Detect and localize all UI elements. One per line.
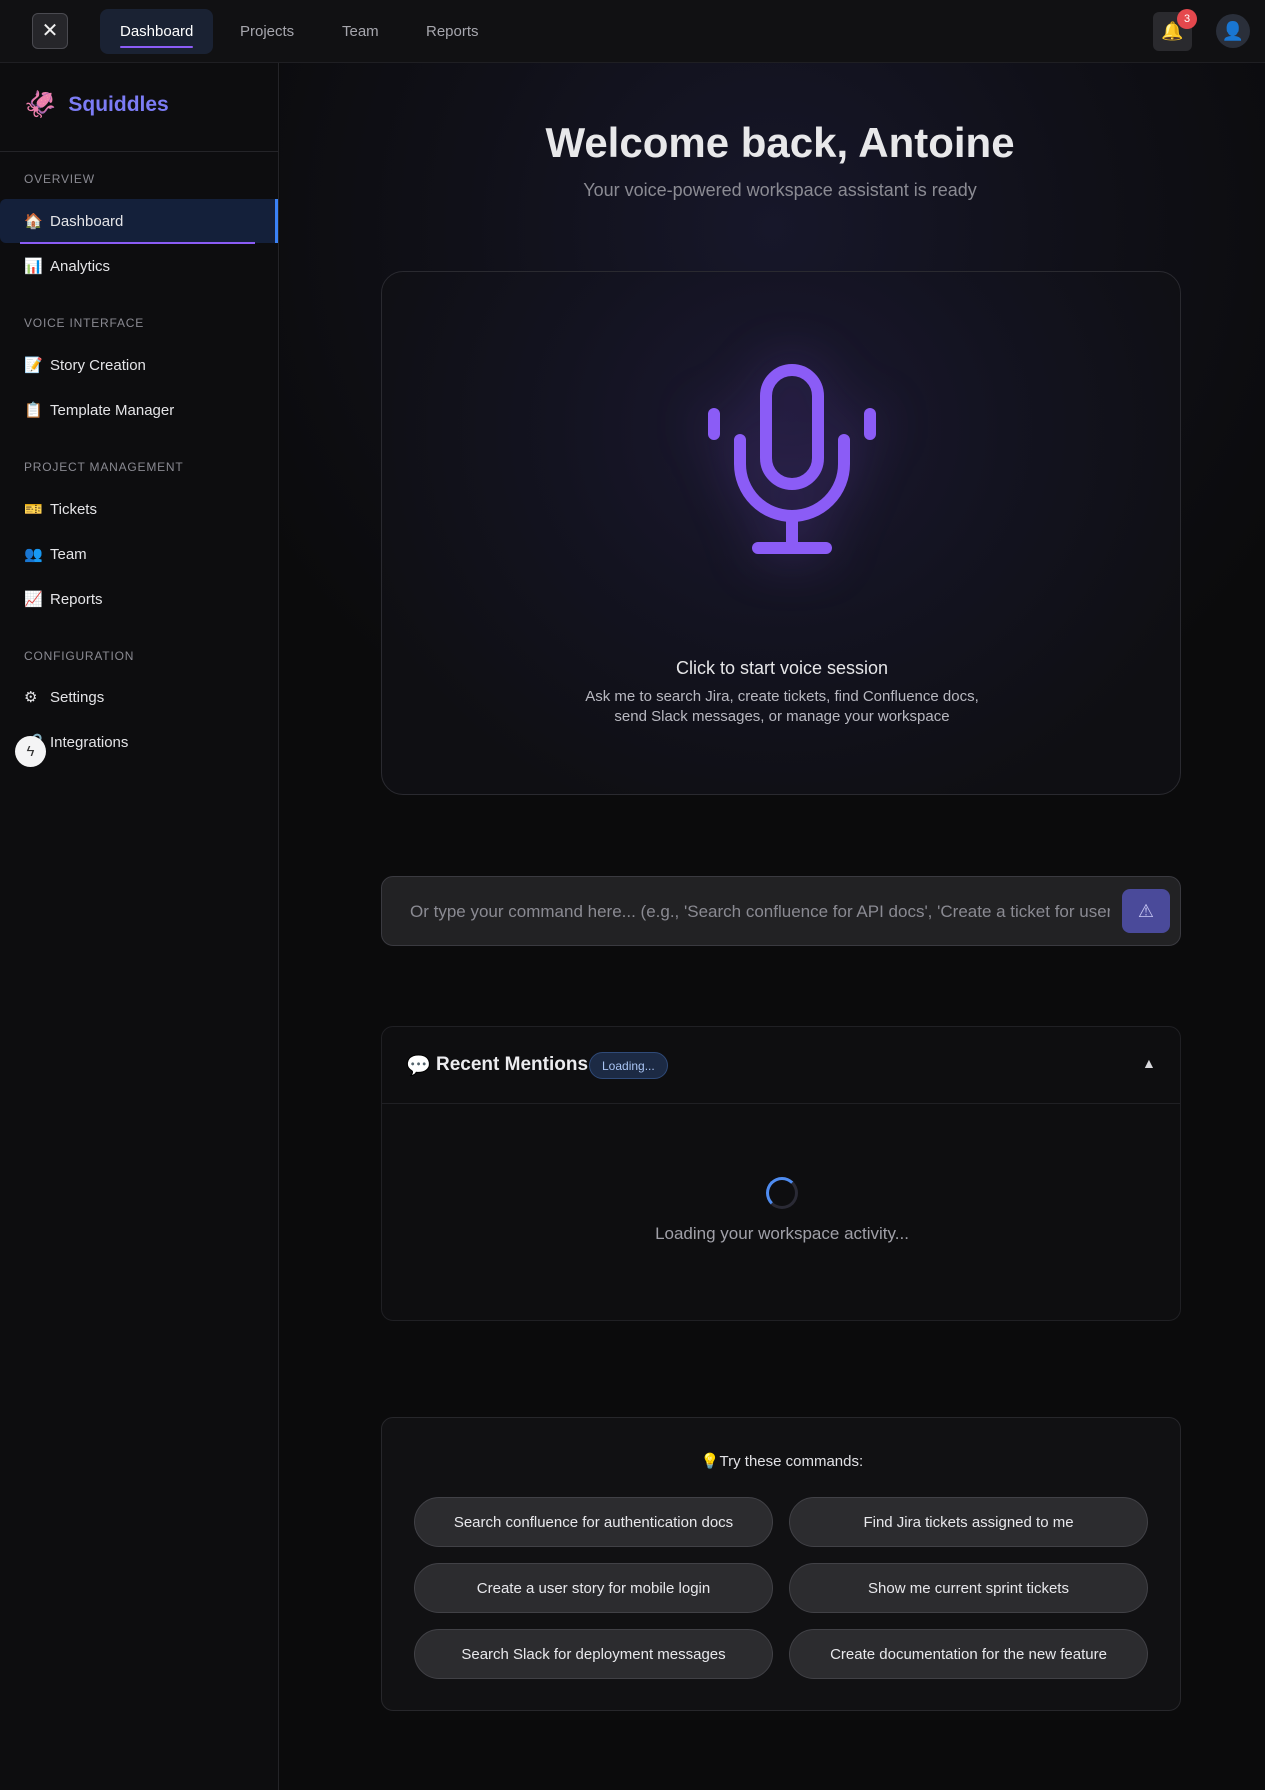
collapse-icon[interactable]: ▲: [1142, 1055, 1156, 1071]
sidebar-item-label: Integrations: [50, 733, 129, 751]
command-bar: ⚠: [381, 876, 1181, 946]
status-badge: Loading...: [589, 1052, 668, 1079]
brand[interactable]: 🦑 Squiddles: [24, 89, 169, 120]
clipboard-icon: 📋: [24, 402, 43, 419]
notifications-button[interactable]: 🔔 3: [1153, 9, 1197, 51]
recent-mentions-title: Recent Mentions: [436, 1054, 589, 1075]
command-input[interactable]: [410, 899, 1110, 925]
people-icon: 👥: [24, 546, 43, 563]
page-title: Welcome back, Antoine: [545, 119, 1015, 166]
bar-chart-icon: 📊: [24, 258, 43, 275]
divider: [0, 151, 279, 152]
sidebar-item-label: Analytics: [50, 257, 111, 275]
sidebar-item-label: Reports: [50, 590, 103, 608]
close-icon[interactable]: ✕: [32, 13, 68, 49]
sidebar-item-tickets[interactable]: 🎫 Tickets: [0, 487, 278, 531]
send-button[interactable]: ⚠: [1122, 889, 1170, 933]
sidebar-item-label: Story Creation: [50, 356, 146, 374]
ticket-icon: 🎫: [24, 501, 43, 518]
command-suggestion-button[interactable]: Show me current sprint tickets: [789, 1563, 1148, 1613]
sidebar-item-label: Tickets: [50, 500, 97, 518]
sidebar-item-team[interactable]: 👥 Team: [0, 532, 278, 576]
sidebar-item-settings[interactable]: ⚙ Settings: [0, 675, 278, 719]
page-subtitle: Your voice-powered workspace assistant i…: [583, 180, 977, 200]
user-icon: 👤: [1221, 20, 1245, 41]
loading-text: Loading your workspace activity...: [655, 1224, 909, 1243]
tab-projects[interactable]: Projects: [220, 9, 314, 54]
sidebar-item-reports[interactable]: 📈 Reports: [0, 577, 278, 621]
loading-spinner: [766, 1177, 798, 1209]
sidebar-item-story-creation[interactable]: 📝 Story Creation: [0, 343, 278, 387]
notification-badge: 3: [1177, 9, 1197, 29]
memo-icon: 📝: [24, 357, 43, 374]
sidebar-item-label: Team: [50, 545, 87, 563]
sidebar-item-label: Template Manager: [50, 401, 175, 419]
speech-bubble-icon: 💬: [406, 1055, 431, 1077]
suggested-commands-title: 💡Try these commands:: [700, 1453, 864, 1470]
sidebar-item-template-manager[interactable]: 📋 Template Manager: [0, 388, 278, 432]
squid-logo-icon: 🦑: [24, 89, 57, 119]
tab-team[interactable]: Team: [322, 9, 399, 54]
sidebar: 🦑 Squiddles OVERVIEW 🏠 Dashboard 📊 Analy…: [0, 63, 279, 1790]
section-title-project-management: PROJECT MANAGEMENT: [24, 460, 184, 474]
main-content: Welcome back, Antoine Your voice-powered…: [280, 63, 1265, 1790]
section-title-voice-interface: VOICE INTERFACE: [24, 316, 145, 330]
command-suggestion-button[interactable]: Create documentation for the new feature: [789, 1629, 1148, 1679]
voice-session-card[interactable]: Click to start voice session Ask me to s…: [381, 271, 1181, 795]
voice-session-title: Click to start voice session: [675, 658, 889, 678]
section-title-overview: OVERVIEW: [24, 172, 95, 186]
recent-mentions-card: 💬 Recent Mentions Loading... ▲ Loading y…: [381, 1026, 1181, 1321]
microphone-icon[interactable]: [692, 362, 892, 562]
top-navbar: ✕ Dashboard Projects Team Reports 🔔 3 👤: [0, 0, 1265, 63]
tab-reports[interactable]: Reports: [406, 9, 499, 54]
sidebar-item-label: Dashboard: [50, 212, 124, 230]
recent-mentions-header[interactable]: 💬 Recent Mentions Loading... ▲: [382, 1027, 1180, 1104]
sidebar-item-analytics[interactable]: 📊 Analytics: [0, 244, 278, 288]
warning-icon: ⚠: [1137, 900, 1155, 921]
tab-dashboard[interactable]: Dashboard: [100, 9, 214, 54]
trend-chart-icon: 📈: [24, 591, 43, 608]
command-suggestion-button[interactable]: Create a user story for mobile login: [414, 1563, 773, 1613]
user-avatar[interactable]: 👤: [1216, 14, 1250, 48]
voice-session-description: Ask me to search Jira, create tickets, f…: [585, 688, 979, 725]
suggested-commands-card: 💡Try these commands: Search confluence f…: [381, 1417, 1181, 1711]
sidebar-item-label: Settings: [50, 688, 105, 706]
home-icon: 🏠: [24, 213, 43, 230]
command-suggestion-button[interactable]: Search Slack for deployment messages: [414, 1629, 773, 1679]
section-title-configuration: CONFIGURATION: [24, 649, 135, 663]
brand-name: Squiddles: [68, 92, 169, 116]
command-suggestion-button[interactable]: Search confluence for authentication doc…: [414, 1497, 773, 1547]
gear-icon: ⚙: [24, 689, 38, 706]
sidebar-item-dashboard[interactable]: 🏠 Dashboard: [0, 199, 278, 244]
bolt-icon[interactable]: ϟ: [15, 736, 46, 767]
command-suggestion-button[interactable]: Find Jira tickets assigned to me: [789, 1497, 1148, 1547]
